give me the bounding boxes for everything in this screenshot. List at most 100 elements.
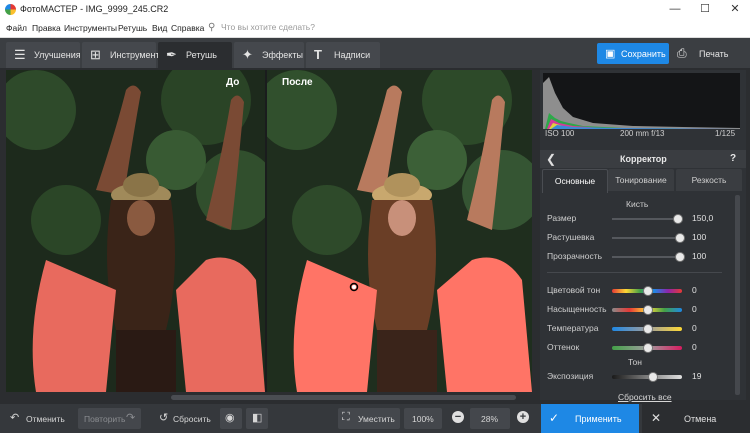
tab-label: Эффекты: [262, 50, 303, 60]
scroll-thumb[interactable]: [171, 395, 516, 400]
slider-value[interactable]: 100: [692, 232, 706, 242]
photo-canvas[interactable]: До После: [6, 70, 532, 392]
slider-knob[interactable]: [643, 343, 653, 353]
preview-toggle-button[interactable]: ◉: [220, 408, 242, 429]
slider-label: Экспозиция: [547, 371, 594, 381]
zoom-level-field[interactable]: 28%: [470, 408, 510, 429]
minimize-button[interactable]: —: [660, 0, 690, 19]
reset-all-link[interactable]: Сбросить все: [618, 392, 672, 402]
slider-feather[interactable]: Растушевка 100: [547, 230, 737, 244]
slider-label: Температура: [547, 323, 599, 333]
slider-label: Прозрачность: [547, 251, 603, 261]
separator: [547, 272, 722, 273]
subtab-sharpness[interactable]: Резкость: [676, 169, 742, 191]
panel-title: Корректор: [620, 154, 667, 164]
lens-value: 200 mm f/13: [620, 129, 665, 138]
canvas-horizontal-scrollbar[interactable]: [6, 394, 532, 401]
slider-label: Растушевка: [547, 232, 595, 242]
chevron-left-icon[interactable]: ❮: [546, 152, 556, 166]
tab-enhancements[interactable]: ☰ Улучшения: [6, 42, 81, 68]
slider-knob[interactable]: [643, 286, 653, 296]
slider-track[interactable]: [612, 375, 682, 379]
maximize-button[interactable]: ☐: [690, 0, 720, 19]
before-label: До: [226, 77, 240, 88]
menu-retouch[interactable]: Ретушь: [118, 23, 147, 33]
slider-track[interactable]: [612, 218, 682, 220]
panel-scrollbar[interactable]: [735, 195, 740, 395]
slider-hue[interactable]: Цветовой тон 0: [547, 283, 737, 297]
slider-knob[interactable]: [675, 252, 685, 262]
menu-help[interactable]: Справка: [171, 23, 204, 33]
check-icon: ✓: [549, 411, 560, 425]
zoom-out-button[interactable]: −: [449, 408, 467, 429]
tab-retouch[interactable]: ✒ Ретушь: [158, 42, 232, 68]
print-label: Печать: [699, 49, 729, 59]
save-label: Сохранить: [621, 49, 666, 59]
title-bar: ФотоМАСТЕР - IMG_9999_245.CR2 — ☐ ✕: [0, 0, 750, 19]
reset-icon: ↺: [159, 412, 169, 424]
slider-track[interactable]: [612, 237, 682, 239]
sliders-icon: ☰: [14, 47, 26, 62]
menu-tools[interactable]: Инструменты: [64, 23, 117, 33]
fit-button[interactable]: ⛶ Уместить: [338, 408, 400, 429]
reset-label: Сбросить: [173, 414, 211, 424]
slider-tint[interactable]: Оттенок 0: [547, 340, 737, 354]
minus-icon: −: [452, 411, 464, 423]
close-button[interactable]: ✕: [720, 0, 750, 19]
redo-icon: ↷: [126, 412, 136, 424]
subtab-toning[interactable]: Тонирование: [608, 169, 674, 191]
zoom-100-button[interactable]: 100%: [404, 408, 442, 429]
zoom-100-label: 100%: [412, 414, 434, 424]
slider-knob[interactable]: [673, 214, 683, 224]
slider-track[interactable]: [612, 256, 682, 258]
help-icon[interactable]: ?: [730, 153, 736, 164]
slider-opacity[interactable]: Прозрачность 100: [547, 249, 737, 263]
tab-label: Ретушь: [186, 50, 217, 60]
slider-value[interactable]: 100: [692, 251, 706, 261]
slider-knob[interactable]: [648, 372, 658, 382]
menu-file[interactable]: Файл: [6, 23, 27, 33]
command-search-input[interactable]: Что вы хотите сделать?: [221, 22, 381, 34]
slider-value[interactable]: 19: [692, 371, 701, 381]
histogram: [543, 73, 740, 129]
save-button[interactable]: ▣ Сохранить: [597, 43, 669, 64]
tone-section-title: Тон: [628, 357, 642, 367]
search-icon: ⚲: [208, 22, 216, 33]
slider-saturation[interactable]: Насыщенность 0: [547, 302, 737, 316]
slider-size[interactable]: Размер 150,0: [547, 211, 737, 225]
slider-value[interactable]: 0: [692, 304, 697, 314]
fit-icon: ⛶: [342, 411, 350, 423]
menu-edit[interactable]: Правка: [32, 23, 61, 33]
subtab-basic[interactable]: Основные: [542, 169, 608, 193]
fit-label: Уместить: [358, 414, 395, 424]
slider-knob[interactable]: [675, 233, 685, 243]
zoom-in-button[interactable]: +: [514, 408, 532, 429]
print-button[interactable]: ⎙ Печать: [675, 43, 745, 64]
slider-value[interactable]: 0: [692, 285, 697, 295]
menu-view[interactable]: Вид: [152, 23, 167, 33]
slider-temperature[interactable]: Температура 0: [547, 321, 737, 335]
slider-value[interactable]: 0: [692, 342, 697, 352]
slider-exposure[interactable]: Экспозиция 19: [547, 369, 737, 383]
slider-value[interactable]: 150,0: [692, 213, 713, 223]
tab-tools[interactable]: ⊞ Инструменты: [82, 42, 166, 68]
cancel-label: Отмена: [684, 414, 717, 424]
tab-captions[interactable]: T Надписи: [306, 42, 380, 68]
reset-button[interactable]: ↺ Сбросить: [155, 408, 213, 429]
text-icon: T: [314, 47, 322, 62]
correction-panel: ISO 100 200 mm f/13 1/125 ❮ Корректор ? …: [540, 70, 746, 402]
cancel-button[interactable]: ✕ Отмена: [642, 404, 750, 433]
apply-label: Применить: [575, 414, 622, 424]
compare-toggle-button[interactable]: ◧: [246, 408, 268, 429]
tab-effects[interactable]: ✦ Эффекты: [234, 42, 304, 68]
slider-label: Насыщенность: [547, 304, 607, 314]
menu-bar: Файл Правка Инструменты Ретушь Вид Справ…: [0, 19, 750, 38]
redo-label: Повторить: [84, 414, 126, 424]
slider-knob[interactable]: [643, 305, 653, 315]
redo-button[interactable]: Повторить ↷: [78, 408, 141, 429]
slider-knob[interactable]: [643, 324, 653, 334]
slider-value[interactable]: 0: [692, 323, 697, 333]
undo-button[interactable]: ↶ Отменить: [6, 408, 74, 429]
apply-button[interactable]: ✓ Применить: [541, 404, 639, 433]
photo-before: [6, 70, 265, 392]
